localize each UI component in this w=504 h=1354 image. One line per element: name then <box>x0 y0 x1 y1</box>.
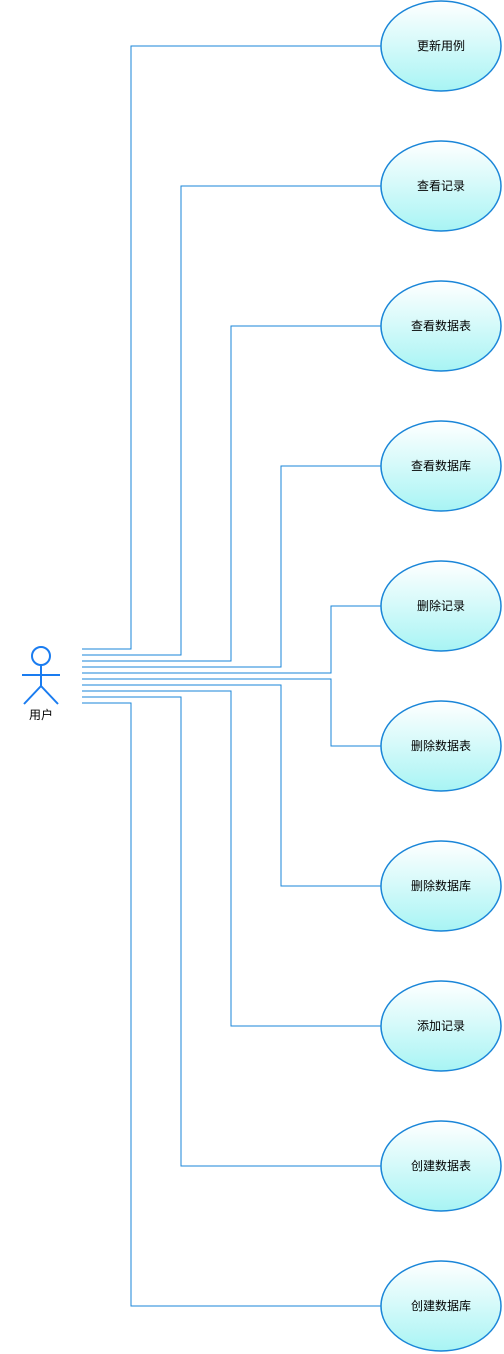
use-case-label: 删除数据库 <box>411 878 471 893</box>
association-line <box>82 325 381 662</box>
use-case-3[interactable]: 查看数据表 <box>380 280 502 372</box>
use-case-label: 查看数据库 <box>411 458 471 473</box>
actor-label: 用户 <box>29 707 53 722</box>
use-case-7[interactable]: 删除数据库 <box>380 840 502 932</box>
use-case-label: 查看记录 <box>417 179 465 193</box>
use-case-label: 创建数据表 <box>411 1158 471 1173</box>
use-case-5[interactable]: 删除记录 <box>380 560 502 652</box>
use-case-label: 更新用例 <box>417 38 465 53</box>
actor-user[interactable]: 用户 <box>22 646 60 722</box>
use-case-8[interactable]: 添加记录 <box>380 980 502 1072</box>
stick-figure-icon <box>22 646 60 705</box>
use-case-10[interactable]: 创建数据库 <box>380 1260 502 1352</box>
use-case-4[interactable]: 查看数据库 <box>380 420 502 512</box>
use-case-6[interactable]: 删除数据表 <box>380 700 502 792</box>
use-case-label: 查看数据表 <box>411 318 471 333</box>
use-case-2[interactable]: 查看记录 <box>380 140 502 232</box>
use-case-9[interactable]: 创建数据表 <box>380 1120 502 1212</box>
use-case-label: 删除记录 <box>417 598 465 613</box>
connectors <box>82 45 381 1307</box>
use-case-label: 添加记录 <box>417 1019 465 1033</box>
use-case-label: 创建数据库 <box>411 1298 471 1313</box>
use-case-diagram: 更新用例查看记录查看数据表查看数据库删除记录删除数据表删除数据库添加记录创建数据… <box>22 0 502 1352</box>
association-line <box>82 690 381 1027</box>
use-cases: 更新用例查看记录查看数据表查看数据库删除记录删除数据表删除数据库添加记录创建数据… <box>380 0 502 1352</box>
use-case-label: 删除数据表 <box>411 738 471 753</box>
use-case-1[interactable]: 更新用例 <box>380 0 502 92</box>
